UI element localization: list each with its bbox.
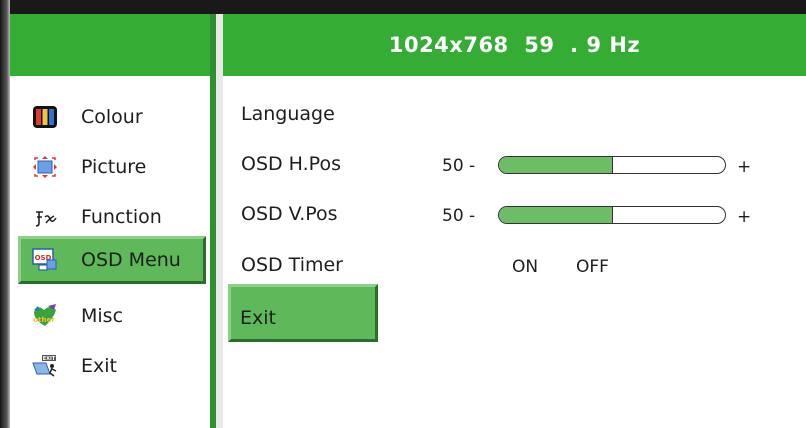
menu-item-colour[interactable]: Colour [18, 97, 206, 137]
menu-item-exit[interactable]: EXIT Exit [18, 346, 206, 386]
panel-divider-shadow [216, 14, 223, 428]
left-frame [0, 0, 10, 428]
menu-item-misc[interactable]: other Misc [18, 296, 206, 336]
exit-icon: EXIT [32, 355, 57, 377]
exit-button[interactable]: Exit [228, 284, 378, 342]
resolution-header: 1024x768 59 . 9 Hz [223, 14, 806, 76]
osd-timer-label: OSD Timer [241, 254, 343, 276]
menu-item-function[interactable]: Function [18, 197, 206, 237]
svg-text:other: other [33, 316, 55, 324]
svg-text:EXIT: EXIT [43, 356, 56, 362]
osd-vpos-plus[interactable]: + [737, 207, 751, 227]
top-frame [0, 0, 806, 14]
menu-item-label: OSD Menu [81, 249, 181, 271]
language-label[interactable]: Language [241, 103, 335, 125]
osd-timer-on[interactable]: ON [512, 257, 538, 277]
menu-item-label: Picture [81, 156, 147, 178]
menu-item-label: Function [81, 206, 162, 228]
osd-hpos-slider-fill [499, 157, 613, 173]
osd-timer-off[interactable]: OFF [576, 257, 609, 277]
picture-position-icon [33, 156, 57, 178]
category-panel: Colour Picture Function OSD OSD Menu oth… [10, 14, 210, 428]
menu-item-label: Colour [81, 106, 143, 128]
colour-bars-icon [33, 106, 57, 128]
osd-vpos-slider-fill [499, 207, 613, 223]
osd-vpos-label: OSD V.Pos [241, 203, 338, 225]
osd-hpos-label: OSD H.Pos [241, 153, 341, 175]
misc-other-icon: other [33, 304, 56, 326]
osd-icon: OSD [32, 248, 57, 271]
function-fx-icon [35, 211, 57, 227]
osd-settings-panel: 1024x768 59 . 9 Hz Language OSD H.Pos 50… [223, 14, 806, 428]
menu-item-osd-menu[interactable]: OSD OSD Menu [18, 236, 206, 284]
osd-hpos-plus[interactable]: + [737, 157, 751, 177]
menu-item-label: Misc [81, 305, 124, 327]
menu-item-label: Exit [81, 355, 117, 377]
osd-vpos-value: 50 - [442, 206, 476, 226]
exit-button-label: Exit [240, 307, 276, 329]
osd-hpos-value: 50 - [442, 156, 476, 176]
resolution-text: 1024x768 59 . 9 Hz [388, 33, 641, 57]
osd-vpos-slider[interactable] [498, 206, 726, 224]
category-header [10, 14, 210, 76]
osd-hpos-slider[interactable] [498, 156, 726, 174]
menu-item-picture[interactable]: Picture [18, 147, 206, 187]
